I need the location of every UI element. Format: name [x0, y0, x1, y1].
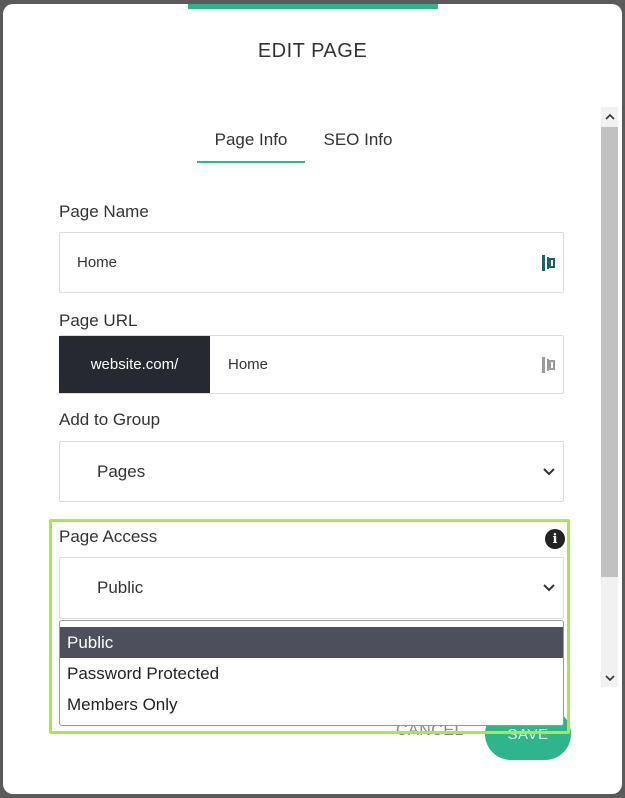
- tab-page-info[interactable]: Page Info: [197, 130, 305, 163]
- page-access-highlight: [49, 519, 570, 734]
- page-url-label: Page URL: [59, 311, 138, 330]
- edit-page-dialog: EDIT PAGE Page Info SEO Info Page Name H…: [3, 4, 622, 794]
- dialog-title: EDIT PAGE: [257, 40, 368, 62]
- top-accent-bar: [188, 4, 438, 9]
- scrollbar[interactable]: [601, 107, 618, 687]
- page-name-input[interactable]: Home: [59, 232, 564, 293]
- tab-seo-info[interactable]: SEO Info: [323, 130, 393, 161]
- group-label: Add to Group: [59, 410, 161, 429]
- chevron-down-icon: [543, 467, 555, 475]
- group-select[interactable]: Pages: [59, 441, 564, 502]
- dictionary-icon: [542, 356, 555, 373]
- page-url-value[interactable]: Home: [228, 356, 268, 373]
- page-url-field: website.com/ Home: [59, 335, 564, 394]
- scroll-up-arrow-icon[interactable]: [601, 107, 618, 125]
- page-name-value: Home: [77, 254, 118, 271]
- dictionary-icon: [542, 254, 555, 271]
- scrollbar-thumb[interactable]: [601, 127, 618, 577]
- group-selected-value: Pages: [97, 462, 146, 481]
- url-prefix: website.com/: [59, 336, 210, 393]
- scroll-down-arrow-icon[interactable]: [601, 669, 618, 687]
- page-name-label: Page Name: [59, 202, 149, 221]
